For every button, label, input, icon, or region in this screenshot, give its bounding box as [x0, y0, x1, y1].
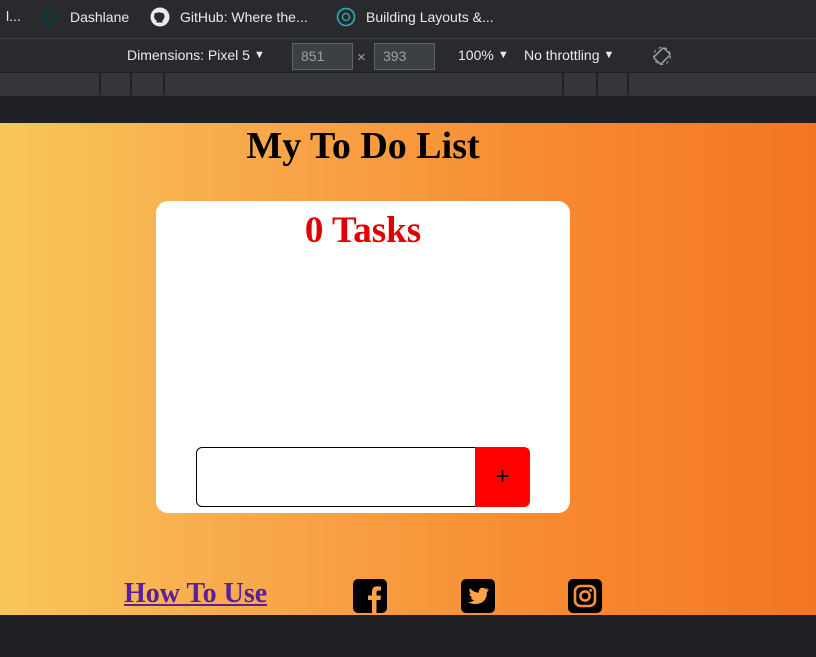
throttling-dropdown[interactable]: No throttling ▼ — [524, 47, 614, 63]
add-task-button[interactable]: + — [475, 447, 530, 507]
rotate-icon[interactable] — [652, 46, 672, 69]
page-viewport: My To Do List 0 Tasks + How To Use — [0, 123, 816, 615]
device-toolbar: Dimensions: Pixel 5 ▼ 851 × 393 100% ▼ N… — [0, 38, 816, 72]
bookmark-label: Dashlane — [70, 9, 130, 25]
viewport-bottom-margin — [0, 615, 816, 657]
bookmark-item-github[interactable]: GitHub: Where the... — [150, 7, 308, 27]
globe-icon — [336, 7, 356, 27]
height-input[interactable]: 393 — [374, 43, 435, 70]
page-title: My To Do List — [246, 125, 480, 167]
github-icon — [150, 7, 170, 27]
todo-card: 0 Tasks + — [156, 201, 570, 513]
chevron-down-icon: ▼ — [253, 49, 265, 61]
device-label: Dimensions: Pixel 5 — [127, 47, 250, 63]
chevron-down-icon: ▼ — [497, 49, 509, 61]
device-dimensions-dropdown[interactable]: Dimensions: Pixel 5 ▼ — [127, 47, 265, 63]
task-count: 0 Tasks — [304, 210, 422, 251]
throttle-label: No throttling — [524, 47, 600, 63]
bookmark-label: l... — [6, 8, 21, 24]
bookmarks-bar: l... Dashlane GitHub: Where the... Build… — [0, 0, 816, 38]
bookmark-label: Building Layouts &... — [366, 9, 494, 25]
twitter-icon[interactable] — [461, 579, 495, 613]
how-to-use-link[interactable]: How To Use — [124, 578, 267, 610]
width-input[interactable]: 851 — [292, 43, 353, 70]
bookmark-item-building-layouts[interactable]: Building Layouts &... — [336, 7, 494, 27]
viewport-top-margin — [0, 96, 816, 123]
zoom-dropdown[interactable]: 100% ▼ — [458, 47, 509, 63]
chevron-down-icon: ▼ — [603, 49, 615, 61]
instagram-icon[interactable] — [568, 579, 602, 613]
bookmark-item-dashlane[interactable]: Dashlane — [40, 7, 129, 27]
task-list — [176, 263, 550, 443]
task-input[interactable] — [196, 447, 476, 507]
dashlane-icon — [40, 7, 60, 27]
facebook-icon[interactable] — [353, 579, 387, 613]
media-query-ruler — [0, 72, 816, 96]
bookmark-item-truncated[interactable]: l... — [6, 8, 21, 24]
times-symbol: × — [357, 49, 366, 66]
bookmark-label: GitHub: Where the... — [180, 9, 308, 25]
zoom-label: 100% — [458, 47, 494, 63]
